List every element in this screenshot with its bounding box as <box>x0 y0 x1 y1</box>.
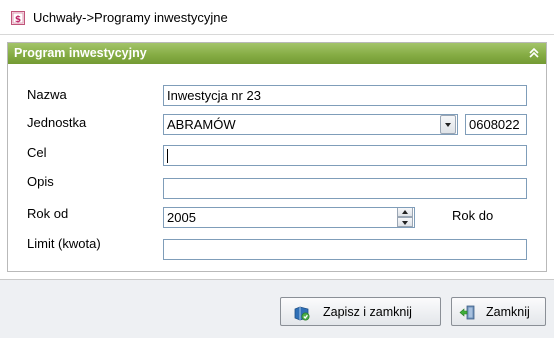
save-and-close-label: Zapisz i zamknij <box>323 305 412 319</box>
program-panel: Program inwestycyjny Nazwa Inwestycja nr… <box>7 42 547 272</box>
svg-text:$: $ <box>15 15 21 25</box>
exit-door-icon <box>459 305 475 320</box>
panel-title: Program inwestycyjny <box>14 46 147 60</box>
document-dollar-icon: $ <box>11 11 25 25</box>
jednostka-label: Jednostka <box>27 115 87 130</box>
rok-od-spin-buttons[interactable] <box>397 208 413 227</box>
limit-input[interactable] <box>163 239 527 260</box>
limit-label: Limit (kwota) <box>27 236 101 251</box>
close-label: Zamknij <box>486 305 530 319</box>
arrow-up-icon <box>402 210 408 214</box>
window-title: Uchwały->Programy inwestycyjne <box>33 10 228 25</box>
jednostka-select[interactable]: ABRAMÓW <box>163 114 458 135</box>
text-caret <box>167 149 168 163</box>
jednostka-value: ABRAMÓW <box>167 117 236 132</box>
close-button[interactable]: Zamknij <box>451 297 546 326</box>
nazwa-value: Inwestycja nr 23 <box>167 88 261 103</box>
title-bar: $ Uchwały->Programy inwestycyjne <box>0 0 554 35</box>
button-bar: Zapisz i zamknij Zamknij <box>0 280 554 338</box>
rok-do-label: Rok do <box>452 208 494 223</box>
opis-input[interactable] <box>163 178 527 199</box>
spin-up-button[interactable] <box>397 208 413 217</box>
rok-od-label: Rok od <box>27 206 69 221</box>
spin-down-button[interactable] <box>397 217 413 227</box>
cel-input[interactable] <box>163 145 527 166</box>
double-chevron-up-icon[interactable] <box>528 47 540 59</box>
jednostka-dropdown-button[interactable] <box>440 115 456 134</box>
cel-label: Cel <box>27 145 47 160</box>
jednostka-code: 0608022 <box>469 117 520 132</box>
jednostka-code-field[interactable]: 0608022 <box>465 114 527 135</box>
chevron-down-icon <box>445 123 451 127</box>
rok-od-value: 2005 <box>167 210 196 225</box>
save-icon <box>294 306 310 321</box>
panel-header[interactable]: Program inwestycyjny <box>8 43 546 64</box>
nazwa-input[interactable]: Inwestycja nr 23 <box>163 85 527 106</box>
nazwa-label: Nazwa <box>27 87 67 102</box>
save-and-close-button[interactable]: Zapisz i zamknij <box>280 297 441 326</box>
opis-label: Opis <box>27 174 54 189</box>
arrow-down-icon <box>402 221 408 225</box>
rok-od-spinner[interactable]: 2005 <box>163 207 415 228</box>
